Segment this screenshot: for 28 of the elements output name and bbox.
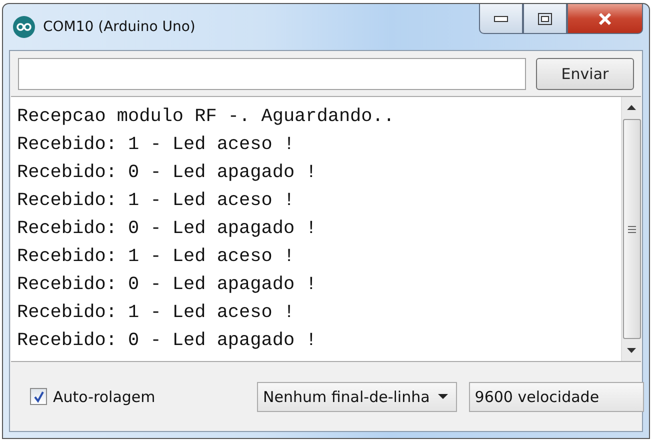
- maximize-button[interactable]: [523, 4, 567, 34]
- baud-rate-dropdown[interactable]: 9600 velocidade: [468, 382, 644, 412]
- output-line: Recebido: 0 - Led apagado !: [17, 273, 318, 297]
- close-icon: [597, 12, 613, 26]
- scroll-up-icon[interactable]: [627, 104, 636, 110]
- minimize-icon: [494, 16, 508, 22]
- caret-icon: [438, 394, 448, 400]
- infinity-logo-icon: [13, 16, 35, 38]
- output-line: Recebido: 0 - Led apagado !: [17, 161, 318, 185]
- scroll-down-icon[interactable]: [627, 348, 636, 354]
- output-line: Recebido: 0 - Led apagado !: [17, 217, 318, 241]
- send-button[interactable]: Enviar: [536, 58, 634, 90]
- output-line: Recebido: 1 - Led aceso !: [17, 245, 296, 269]
- send-input-field[interactable]: [18, 58, 526, 90]
- output-line: Recebido: 1 - Led aceso !: [17, 189, 296, 213]
- output-line: Recebido: 1 - Led aceso !: [17, 133, 296, 157]
- minimize-button[interactable]: [479, 4, 523, 34]
- line-ending-dropdown[interactable]: Nenhum final-de-linha: [257, 382, 457, 412]
- output-line: Recepcao modulo RF -. Aguardando..: [17, 105, 396, 129]
- autoscroll-label: Auto-rolagem: [53, 388, 156, 406]
- maximize-icon: [538, 12, 552, 24]
- output-line: Recebido: 0 - Led apagado !: [17, 329, 318, 353]
- window-title: COM10 (Arduino Uno): [43, 19, 196, 35]
- autoscroll-checkbox[interactable]: [30, 388, 47, 405]
- scrollbar[interactable]: [621, 97, 641, 361]
- close-button[interactable]: [567, 4, 643, 34]
- output-line: Recebido: 1 - Led aceso !: [17, 301, 296, 325]
- scroll-thumb[interactable]: [622, 119, 640, 339]
